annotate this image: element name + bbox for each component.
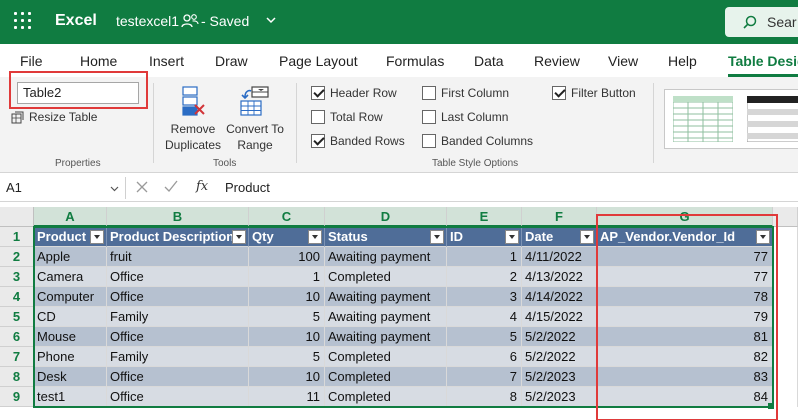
first-column-label: First Column	[441, 86, 510, 100]
filter-button-label: Filter Button	[571, 86, 636, 100]
checkbox-unchecked[interactable]	[311, 110, 325, 124]
select-all-corner[interactable]	[0, 207, 34, 227]
filter-button-checkbox[interactable]: Filter Button	[552, 86, 636, 100]
checkbox-checked[interactable]	[311, 86, 325, 100]
ribbon-divider	[296, 83, 297, 163]
confirm-check-icon[interactable]	[164, 178, 178, 194]
highlight-box-vendor-column	[596, 214, 778, 420]
properties-group-label: Properties	[55, 158, 101, 169]
cancel-icon[interactable]	[136, 178, 148, 194]
row-header[interactable]: 2	[0, 247, 34, 267]
tab-help[interactable]: Help	[668, 53, 697, 69]
row-header[interactable]: 1	[0, 227, 34, 247]
header-row-label: Header Row	[330, 86, 397, 100]
tab-home[interactable]: Home	[80, 53, 117, 69]
column-header-c[interactable]: C	[249, 207, 325, 227]
convert-to-range-label-line1: Convert To	[226, 122, 284, 136]
resize-table-icon	[11, 111, 24, 123]
checkbox-unchecked[interactable]	[422, 110, 436, 124]
last-column-checkbox[interactable]: Last Column	[422, 110, 508, 124]
banded-columns-checkbox[interactable]: Banded Columns	[422, 134, 533, 148]
row-header[interactable]: 4	[0, 287, 34, 307]
document-title[interactable]: testexcel1	[116, 13, 179, 29]
tab-file[interactable]: File	[20, 53, 43, 69]
column-header-a[interactable]: A	[34, 207, 107, 227]
first-column-checkbox[interactable]: First Column	[422, 86, 509, 100]
column-header-e[interactable]: E	[447, 207, 522, 227]
banded-rows-checkbox[interactable]: Banded Rows	[311, 134, 405, 148]
row-header[interactable]: 9	[0, 387, 34, 407]
remove-duplicates-label-line2: Duplicates	[164, 138, 222, 152]
ribbon-divider	[653, 83, 654, 163]
checkbox-unchecked[interactable]	[422, 134, 436, 148]
convert-to-range-icon	[240, 86, 269, 116]
checkbox-checked[interactable]	[552, 86, 566, 100]
banded-columns-label: Banded Columns	[441, 134, 534, 148]
insert-function-icon[interactable]: fx	[196, 179, 208, 194]
table-style-thumbnail-green[interactable]	[673, 96, 733, 142]
row-header[interactable]: 6	[0, 327, 34, 347]
formula-bar: A1 fx Product	[0, 174, 798, 202]
ribbon: Table2 Resize Table Properties Remove Du…	[0, 71, 798, 173]
tab-draw[interactable]: Draw	[215, 53, 248, 69]
tab-review[interactable]: Review	[534, 53, 580, 69]
remove-duplicates-button[interactable]: Remove Duplicates	[164, 85, 222, 153]
spreadsheet-grid: A B C D E F G 1 2 3 4 5 6 7 8 9 Product …	[0, 207, 798, 420]
convert-to-range-label-line2: Range	[237, 138, 273, 152]
checkbox-checked[interactable]	[311, 134, 325, 148]
table-style-thumbnail-dark[interactable]	[747, 96, 798, 142]
chevron-down-icon[interactable]	[110, 184, 119, 193]
formula-actions	[136, 178, 178, 194]
resize-table-label: Resize Table	[29, 110, 98, 124]
banded-rows-label: Banded Rows	[330, 134, 405, 148]
tab-formulas[interactable]: Formulas	[386, 53, 444, 69]
tools-group-label: Tools	[213, 158, 237, 169]
convert-to-range-button[interactable]: Convert To Range	[224, 85, 286, 153]
chevron-down-icon[interactable]	[265, 14, 277, 26]
total-row-checkbox[interactable]: Total Row	[311, 110, 383, 124]
table-style-options-group-label: Table Style Options	[432, 158, 519, 169]
column-header-d[interactable]: D	[325, 207, 447, 227]
row-header[interactable]: 7	[0, 347, 34, 367]
save-status: - Saved	[201, 13, 250, 29]
tab-table-design[interactable]: Table Desig	[728, 53, 798, 69]
search-placeholder: Sear	[767, 14, 797, 30]
app-name[interactable]: Excel	[55, 12, 97, 30]
remove-duplicates-label-line1: Remove	[170, 122, 216, 136]
shared-people-icon	[181, 14, 199, 28]
tab-insert[interactable]: Insert	[149, 53, 184, 69]
row-header[interactable]: 8	[0, 367, 34, 387]
total-row-label: Total Row	[330, 110, 383, 124]
ribbon-divider	[153, 83, 154, 163]
tab-view[interactable]: View	[608, 53, 638, 69]
column-header-b[interactable]: B	[107, 207, 249, 227]
tab-data[interactable]: Data	[474, 53, 504, 69]
formula-input[interactable]: Product	[225, 180, 270, 195]
title-bar: Excel testexcel1 - Saved Sear	[0, 0, 798, 44]
highlight-box-table-name	[9, 71, 148, 109]
search-icon	[743, 15, 757, 29]
app-launcher-icon[interactable]	[14, 12, 34, 32]
row-header[interactable]: 5	[0, 307, 34, 327]
column-header-f[interactable]: F	[522, 207, 597, 227]
checkbox-unchecked[interactable]	[422, 86, 436, 100]
header-row-checkbox[interactable]: Header Row	[311, 86, 397, 100]
excel-window: Excel testexcel1 - Saved Sear File Home …	[0, 0, 798, 420]
tab-page-layout[interactable]: Page Layout	[279, 53, 358, 69]
table-styles-gallery[interactable]	[664, 89, 798, 149]
name-box[interactable]: A1	[0, 177, 126, 199]
last-column-label: Last Column	[441, 110, 509, 124]
search-box[interactable]: Sear	[725, 7, 798, 37]
resize-table-button[interactable]: Resize Table	[11, 110, 97, 124]
name-box-value: A1	[6, 180, 22, 195]
remove-duplicates-icon	[182, 86, 205, 116]
row-header[interactable]: 3	[0, 267, 34, 287]
